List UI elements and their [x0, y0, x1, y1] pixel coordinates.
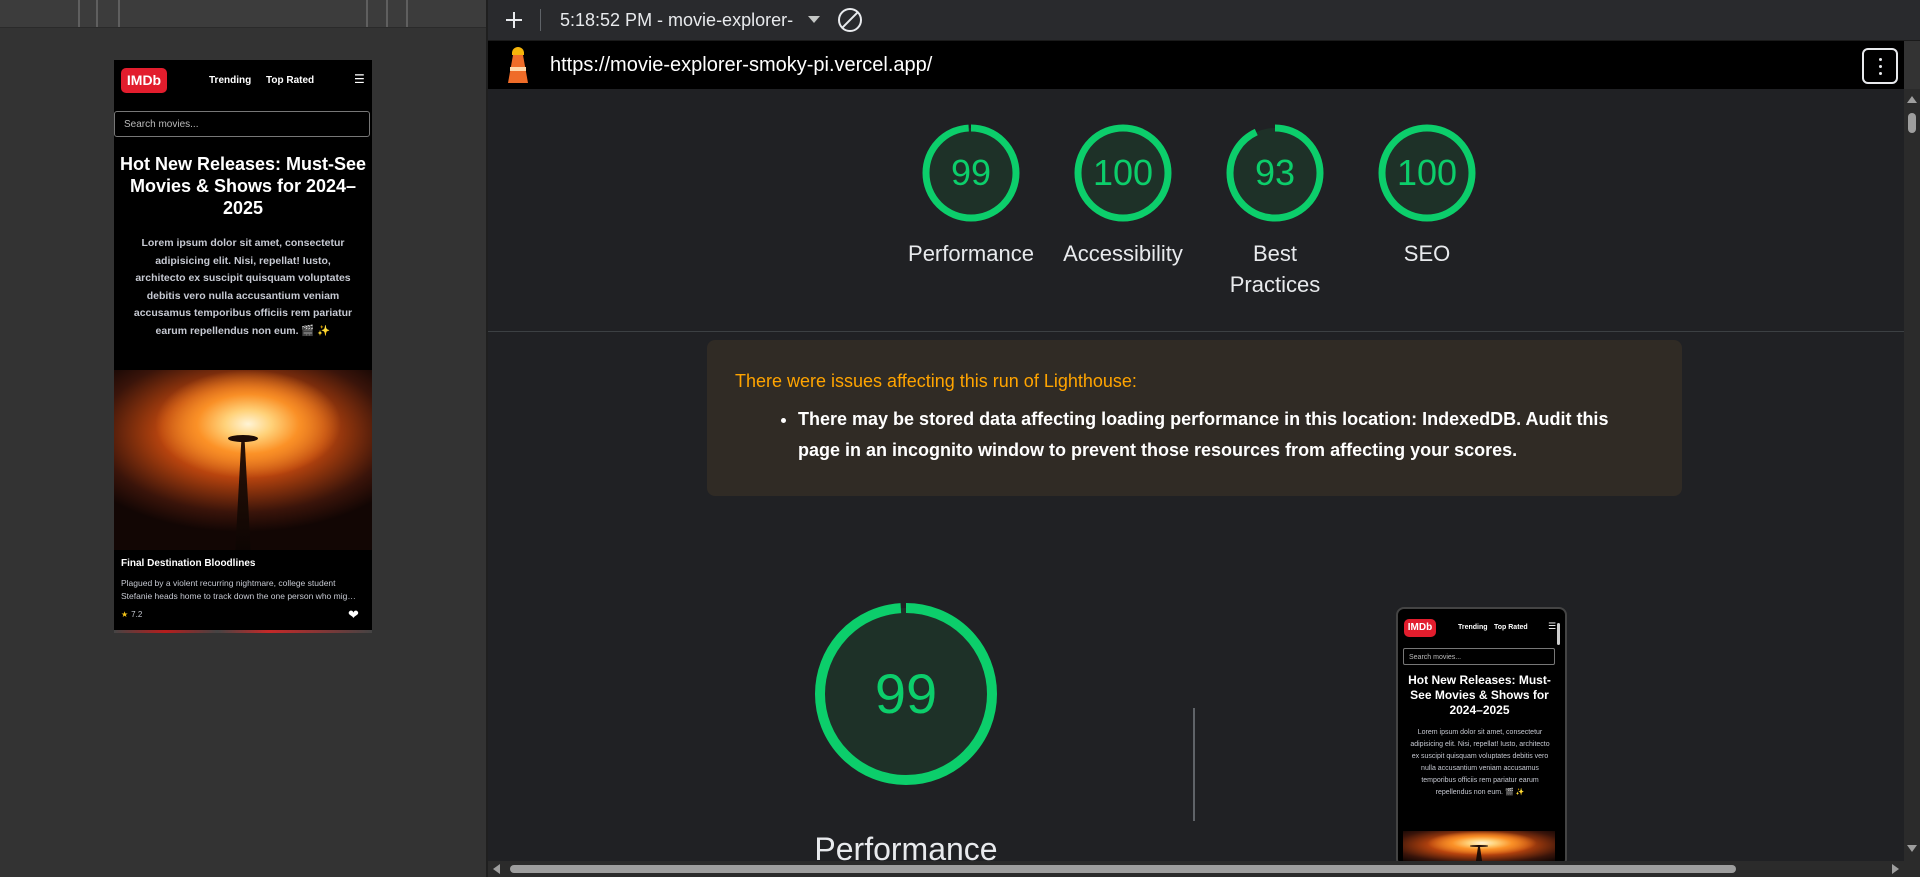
horizontal-scroll-thumb[interactable]: [510, 865, 1736, 873]
detail-score-value: 99: [874, 662, 938, 725]
section-divider: [488, 331, 1904, 332]
vertical-scrollbar[interactable]: [1904, 89, 1920, 861]
device-emulation-pane: IMDb Trending Top Rated ☰ Search movies.…: [0, 0, 486, 877]
warning-list: There may be stored data affecting loadi…: [735, 404, 1654, 466]
poster-tower-shape: [1474, 846, 1484, 861]
score-gauge-seo[interactable]: 100 SEO: [1357, 123, 1497, 269]
final-screenshot-thumbnail[interactable]: IMDb Trending Top Rated ☰ Search movies.…: [1396, 607, 1567, 861]
thumbnail-scrollbar: [1557, 623, 1560, 645]
score-label: Best Practices: [1229, 241, 1321, 297]
ruler-tick: [366, 0, 368, 27]
audited-url[interactable]: https://movie-explorer-smoky-pi.vercel.a…: [550, 41, 932, 89]
report-url-bar: https://movie-explorer-smoky-pi.vercel.a…: [488, 41, 1904, 89]
favorite-heart-icon[interactable]: ❤: [348, 607, 359, 623]
ruler-tick: [78, 0, 80, 27]
imdb-logo[interactable]: IMDb: [121, 68, 167, 93]
gauge-ring: 100: [1073, 123, 1173, 223]
movie-card-description: Plagued by a violent recurring nightmare…: [121, 578, 356, 601]
score-value: 100: [1396, 152, 1458, 193]
score-gauge-accessibility[interactable]: 100 Accessibility: [1053, 123, 1193, 269]
score-gauge-performance[interactable]: 99 Performance: [901, 123, 1041, 269]
lighthouse-toolbar: 5:18:52 PM - movie-explorer-: [488, 0, 1920, 41]
hero-title: Hot New Releases: Must-See Movies & Show…: [119, 154, 367, 218]
score-label: Accessibility: [1063, 241, 1183, 266]
detail-category-label: Performance: [814, 831, 998, 861]
toolbar-separator: [540, 9, 541, 31]
scroll-down-icon[interactable]: [1907, 845, 1917, 852]
movie-rating: ★ 7.2: [121, 610, 142, 619]
warning-item: There may be stored data affecting loadi…: [798, 404, 1654, 466]
ruler-tick: [118, 0, 120, 27]
hamburger-menu-icon[interactable]: ☰: [354, 72, 365, 86]
horizontal-scrollbar[interactable]: [488, 861, 1920, 877]
scroll-right-icon[interactable]: [1892, 864, 1899, 874]
more-options-icon[interactable]: [1862, 48, 1898, 84]
scroll-up-icon[interactable]: [1907, 96, 1917, 103]
scroll-left-icon[interactable]: [493, 864, 500, 874]
report-selector[interactable]: 5:18:52 PM - movie-explorer-: [560, 0, 793, 40]
run-warnings-box: There were issues affecting this run of …: [707, 340, 1682, 496]
rating-value: 7.2: [131, 610, 143, 619]
ruler-tick: [386, 0, 388, 27]
hero-description: Lorem ipsum dolor sit amet, consectetur …: [133, 237, 353, 337]
mobile-preview[interactable]: IMDb Trending Top Rated ☰ Search movies.…: [114, 60, 372, 633]
movie-poster-image: [1403, 831, 1555, 861]
vertical-divider: [1193, 708, 1195, 821]
score-value: 93: [1254, 152, 1296, 193]
site-header: IMDb Trending Top Rated ☰: [114, 60, 372, 110]
hero-description: Lorem ipsum dolor sit amet, consectetur …: [1410, 729, 1550, 796]
movie-search-input: Search movies...: [1403, 648, 1555, 665]
score-label: Performance: [908, 241, 1034, 266]
score-label: SEO: [1403, 241, 1451, 266]
nav-top-rated-link: Top Rated: [1494, 624, 1528, 631]
score-value: 100: [1092, 152, 1154, 193]
device-ruler: [0, 0, 486, 28]
lighthouse-report: 99 Performance 100 Accessibility 93 Best…: [488, 89, 1904, 861]
performance-detail-gauge: 99: [813, 601, 999, 787]
ruler-tick: [406, 0, 408, 27]
vertical-scroll-thumb[interactable]: [1908, 113, 1916, 133]
hamburger-menu-icon: ☰: [1548, 621, 1557, 631]
hero-title: Hot New Releases: Must-See Movies & Show…: [1408, 673, 1551, 717]
lighthouse-icon: [506, 47, 530, 83]
gauge-ring: 99: [921, 123, 1021, 223]
gauge-ring: 100: [1377, 123, 1477, 223]
poster-tower-top-shape: [227, 434, 259, 442]
block-icon[interactable]: [838, 8, 862, 32]
warning-title: There were issues affecting this run of …: [735, 371, 1137, 391]
movie-search-input[interactable]: Search movies...: [114, 111, 370, 137]
next-card-preview: [114, 630, 372, 633]
ruler-tick: [96, 0, 98, 27]
poster-tower-shape: [235, 438, 251, 550]
score-gauge-best-practices[interactable]: 93 Best Practices: [1205, 123, 1345, 300]
gauge-ring: 93: [1225, 123, 1325, 223]
nav-trending-link[interactable]: Trending: [209, 75, 251, 86]
chevron-down-icon[interactable]: [808, 16, 820, 23]
score-value: 99: [950, 152, 992, 193]
movie-poster-image[interactable]: [114, 370, 372, 550]
movie-card-title[interactable]: Final Destination Bloodlines: [121, 558, 255, 569]
plus-icon[interactable]: [500, 6, 528, 34]
imdb-logo: IMDb: [1404, 619, 1436, 637]
nav-trending-link: Trending: [1458, 624, 1488, 631]
star-icon: ★: [121, 610, 129, 619]
nav-top-rated-link[interactable]: Top Rated: [266, 75, 314, 86]
poster-tower-top-shape: [1469, 845, 1489, 847]
